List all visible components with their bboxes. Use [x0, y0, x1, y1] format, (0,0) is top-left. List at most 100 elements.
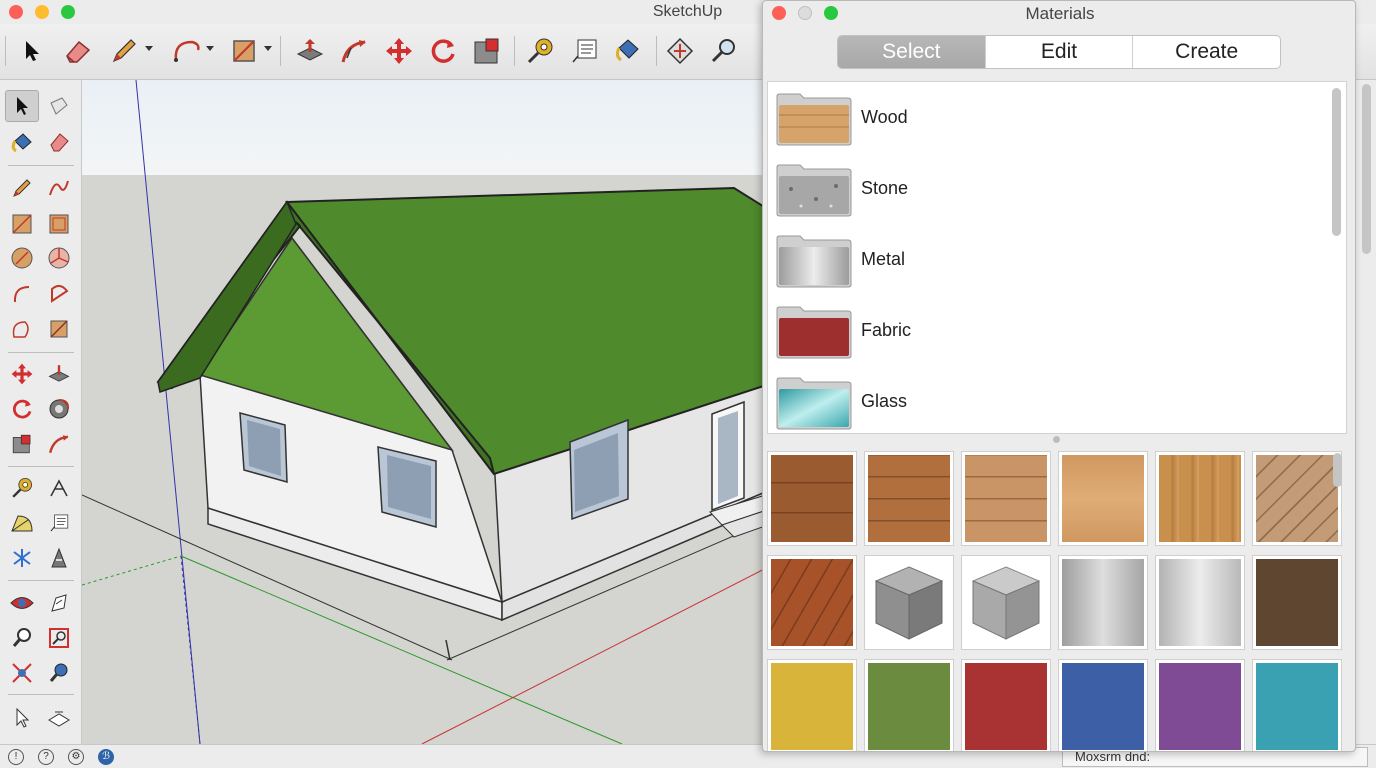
geo-location-icon[interactable]: !: [8, 749, 24, 765]
pencil-icon: [13, 179, 31, 197]
left-paint-bucket-tool[interactable]: [5, 126, 39, 158]
swatch-wood-medium-planks[interactable]: [864, 451, 954, 546]
swatch-fabric-blue[interactable]: [1058, 659, 1148, 751]
rotate-tool-button[interactable]: [423, 32, 463, 70]
left-component-tool[interactable]: [42, 90, 76, 122]
category-row-glass[interactable]: Glass: [768, 366, 1328, 433]
left-pie-tool[interactable]: [42, 278, 76, 310]
swatch-grid-scrollbar-thumb[interactable]: [1333, 453, 1342, 487]
category-row-stone[interactable]: Stone: [768, 153, 1328, 224]
orbit-icon: [10, 597, 34, 609]
left-rectangle-tool[interactable]: [5, 208, 39, 240]
user-account-icon[interactable]: ℬ: [98, 749, 114, 765]
eraser-tool-button[interactable]: [58, 32, 98, 70]
left-orbit-tool[interactable]: [5, 587, 39, 619]
left-polygon-tool[interactable]: [42, 242, 76, 274]
category-label-stone: Stone: [861, 178, 909, 198]
left-3d-text-tool[interactable]: [42, 542, 76, 574]
left-rotate-tool[interactable]: [5, 393, 39, 425]
swatch-wood-cherry[interactable]: [767, 555, 857, 650]
look-around-icon: [48, 711, 70, 727]
left-circle-tool[interactable]: [5, 242, 39, 274]
select-tool-button[interactable]: [12, 32, 52, 70]
rectangle-tool-button[interactable]: [224, 32, 264, 70]
rectangle-dropdown-caret[interactable]: [264, 46, 272, 51]
left-move-tool[interactable]: [5, 358, 39, 390]
follow-me-tool-button[interactable]: [334, 32, 374, 70]
left-dimension-tool[interactable]: [42, 472, 76, 504]
swatch-fabric-teal[interactable]: [1252, 659, 1342, 751]
left-scale-tool[interactable]: [5, 428, 39, 460]
category-row-wood[interactable]: Wood: [768, 82, 1328, 153]
left-select-tool[interactable]: [5, 90, 39, 122]
paint-bucket-icon: [11, 133, 32, 153]
left-walk-tool[interactable]: [5, 702, 39, 734]
instructor-icon[interactable]: ⚙: [68, 749, 84, 765]
tab-select[interactable]: Select: [838, 36, 986, 68]
select-arrow-icon: [17, 97, 28, 115]
swatch-wood-light-planks[interactable]: [961, 451, 1051, 546]
swatch-fabric-yellow[interactable]: [767, 659, 857, 751]
category-row-fabric[interactable]: Fabric: [768, 295, 1328, 366]
swatch-metal-brushed-steel[interactable]: [1058, 555, 1148, 650]
scale-icon: [12, 434, 31, 454]
zoom-window-button[interactable]: [61, 5, 75, 19]
swatch-fabric-brown[interactable]: [1252, 555, 1342, 650]
left-axes-tool[interactable]: [5, 542, 39, 574]
swatch-fabric-green[interactable]: [864, 659, 954, 751]
window-scrollbar-thumb[interactable]: [1362, 84, 1371, 254]
component-icon: [50, 97, 68, 115]
paint-bucket-tool-button[interactable]: [608, 32, 648, 70]
left-zoom-tool[interactable]: [5, 622, 39, 654]
left-text-tool[interactable]: [42, 507, 76, 539]
pencil-tool-button[interactable]: [104, 32, 144, 70]
category-row-metal[interactable]: Metal: [768, 224, 1328, 295]
swatch-fabric-red[interactable]: [961, 659, 1051, 751]
arc-tool-button[interactable]: [166, 32, 206, 70]
scale-tool-button[interactable]: [467, 32, 507, 70]
left-arc-tool[interactable]: [5, 278, 39, 310]
left-look-around-tool[interactable]: [42, 702, 76, 734]
tab-edit[interactable]: Edit: [986, 36, 1134, 68]
category-list-scrollbar-thumb[interactable]: [1332, 88, 1341, 236]
credits-icon[interactable]: ?: [38, 749, 54, 765]
left-2-point-arc-tool[interactable]: [5, 313, 39, 345]
left-rotated-rectangle-tool[interactable]: [42, 208, 76, 240]
left-tape-measure-tool[interactable]: [5, 472, 39, 504]
left-3-point-arc-tool[interactable]: [42, 313, 76, 345]
move-tool-button[interactable]: [379, 32, 419, 70]
left-zoom-extents-tool[interactable]: [5, 657, 39, 689]
left-protractor-tool[interactable]: [5, 507, 39, 539]
tab-create[interactable]: Create: [1133, 36, 1280, 68]
swatch-stone-granite-light[interactable]: [961, 555, 1051, 650]
left-push-pull-tool[interactable]: [42, 358, 76, 390]
panel-split-handle[interactable]: [1053, 436, 1060, 443]
left-pan-tool[interactable]: [42, 587, 76, 619]
zoom-tool-button[interactable]: [704, 32, 744, 70]
swatch-wood-diagonal[interactable]: [1252, 451, 1342, 546]
close-window-button[interactable]: [9, 5, 23, 19]
left-offset-tool[interactable]: [42, 428, 76, 460]
orbit-tool-button[interactable]: [660, 32, 700, 70]
left-line-tool[interactable]: [5, 172, 39, 204]
swatch-metal-aluminum[interactable]: [1155, 555, 1245, 650]
modeling-viewport[interactable]: [82, 80, 782, 744]
left-follow-me-tool[interactable]: [42, 393, 76, 425]
tape-measure-tool-button[interactable]: [520, 32, 560, 70]
three-point-arc-icon: [50, 320, 68, 338]
text-tool-button[interactable]: [564, 32, 604, 70]
left-position-camera-tool[interactable]: [42, 657, 76, 689]
swatch-wood-oak[interactable]: [1155, 451, 1245, 546]
arc-dropdown-caret[interactable]: [206, 46, 214, 51]
push-pull-tool-button[interactable]: [290, 32, 330, 70]
left-eraser-tool[interactable]: [42, 126, 76, 158]
pencil-dropdown-caret[interactable]: [145, 46, 153, 51]
left-zoom-window-tool[interactable]: [42, 622, 76, 654]
minimize-window-button[interactable]: [35, 5, 49, 19]
swatch-wood-light-grain[interactable]: [1058, 451, 1148, 546]
swatch-wood-dark-planks[interactable]: [767, 451, 857, 546]
swatch-fabric-purple[interactable]: [1155, 659, 1245, 751]
tape-measure-icon: [527, 38, 553, 64]
left-freehand-tool[interactable]: [42, 172, 76, 204]
swatch-stone-granite-dark[interactable]: [864, 555, 954, 650]
